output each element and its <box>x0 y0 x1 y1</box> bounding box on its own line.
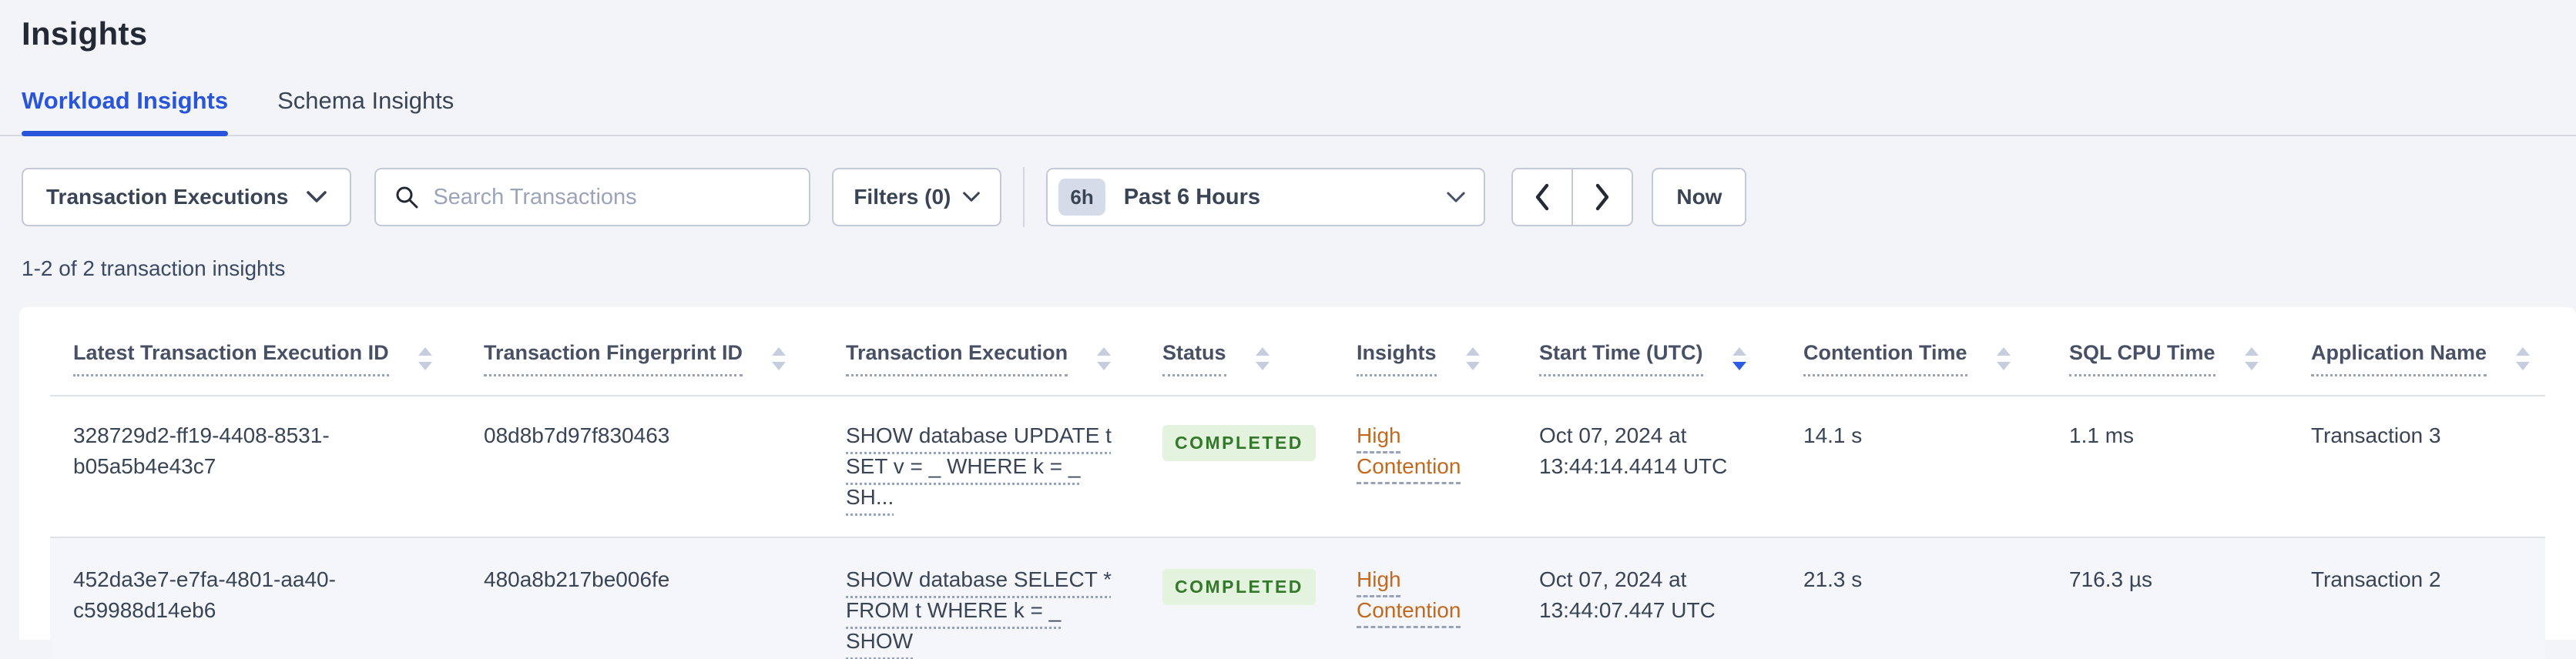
cell-insights: High Contention <box>1333 537 1516 659</box>
sort-icon[interactable] <box>1097 347 1112 370</box>
sort-icon[interactable] <box>1255 347 1270 370</box>
table-header-row: Latest Transaction Execution ID Transact… <box>50 307 2545 396</box>
column-header-latest-execution-id[interactable]: Latest Transaction Execution ID <box>50 307 461 396</box>
cell-fingerprint-id: 08d8b7d97f830463 <box>461 396 823 538</box>
cell-application-name: Transaction 2 <box>2288 537 2545 659</box>
filters-label: Filters (0) <box>854 185 951 209</box>
cell-contention-time: 14.1 s <box>1780 396 2046 538</box>
chevron-down-icon <box>307 191 327 202</box>
search-box[interactable] <box>374 168 811 226</box>
sort-desc-icon[interactable] <box>1732 347 1746 370</box>
cell-execution-id: 328729d2-ff19-4408-8531-b05a5b4e43c7 <box>50 396 461 538</box>
sort-icon[interactable] <box>1465 347 1480 370</box>
sort-icon[interactable] <box>1996 347 2011 370</box>
caret-right-icon <box>1596 183 1609 211</box>
search-icon <box>396 186 418 209</box>
sort-icon[interactable] <box>2244 347 2259 370</box>
transaction-statement-link[interactable]: SHOW database SELECT * FROM t WHERE k = … <box>846 567 1112 659</box>
cell-execution-id: 452da3e7-e7fa-4801-aa40-c59988d14eb6 <box>50 537 461 659</box>
controls-divider <box>1023 167 1025 227</box>
time-range-picker[interactable]: 6h Past 6 Hours <box>1046 168 1486 226</box>
high-contention-link[interactable]: High Contention <box>1357 423 1461 478</box>
chevron-down-icon <box>1447 191 1465 202</box>
controls-row: Transaction Executions Filters (0) 6h Pa… <box>22 167 2554 227</box>
chevron-down-icon <box>963 192 981 202</box>
insights-table-card: Latest Transaction Execution ID Transact… <box>19 307 2576 659</box>
transaction-insights-table: Latest Transaction Execution ID Transact… <box>50 307 2545 659</box>
column-header-fingerprint-id[interactable]: Transaction Fingerprint ID <box>461 307 823 396</box>
transaction-statement-link[interactable]: SHOW database UPDATE t SET v = _ WHERE k… <box>846 423 1112 509</box>
cell-start-time: Oct 07, 2024 at 13:44:07.447 UTC <box>1516 537 1780 659</box>
cell-insights: High Contention <box>1333 396 1516 538</box>
tab-workload-insights[interactable]: Workload Insights <box>22 88 229 136</box>
tab-bar: Workload Insights Schema Insights <box>0 88 2576 136</box>
insights-page: Insights Workload Insights Schema Insigh… <box>0 0 2576 659</box>
time-shortcut-badge: 6h <box>1058 179 1105 216</box>
execution-type-dropdown[interactable]: Transaction Executions <box>22 168 352 226</box>
next-range-button[interactable] <box>1572 168 1634 226</box>
cell-transaction-execution: SHOW database UPDATE t SET v = _ WHERE k… <box>823 396 1139 538</box>
table-row: 452da3e7-e7fa-4801-aa40-c59988d14eb6 480… <box>50 537 2545 659</box>
search-input[interactable] <box>433 184 791 210</box>
caret-left-icon <box>1536 183 1549 211</box>
status-badge: COMPLETED <box>1162 425 1316 461</box>
tab-schema-insights[interactable]: Schema Insights <box>277 88 454 135</box>
cell-fingerprint-id: 480a8b217be006fe <box>461 537 823 659</box>
cell-transaction-execution: SHOW database SELECT * FROM t WHERE k = … <box>823 537 1139 659</box>
time-range-pager <box>1511 168 1634 226</box>
column-header-contention-time[interactable]: Contention Time <box>1780 307 2046 396</box>
sort-icon[interactable] <box>2516 347 2531 370</box>
cell-start-time: Oct 07, 2024 at 13:44:14.4414 UTC <box>1516 396 1780 538</box>
column-header-sql-cpu-time[interactable]: SQL CPU Time <box>2046 307 2288 396</box>
now-label: Now <box>1676 185 1722 209</box>
cell-sql-cpu-time: 1.1 ms <box>2046 396 2288 538</box>
filters-dropdown[interactable]: Filters (0) <box>832 168 1002 226</box>
column-header-status[interactable]: Status <box>1139 307 1333 396</box>
page-title: Insights <box>22 15 148 52</box>
sort-icon[interactable] <box>772 347 787 370</box>
table-row: 328729d2-ff19-4408-8531-b05a5b4e43c7 08d… <box>50 396 2545 538</box>
now-button[interactable]: Now <box>1652 168 1747 226</box>
status-badge: COMPLETED <box>1162 569 1316 605</box>
cell-status: COMPLETED <box>1139 396 1333 538</box>
column-header-start-time[interactable]: Start Time (UTC) <box>1516 307 1780 396</box>
column-header-transaction-execution[interactable]: Transaction Execution <box>823 307 1139 396</box>
execution-type-label: Transaction Executions <box>46 185 289 209</box>
cell-sql-cpu-time: 716.3 µs <box>2046 537 2288 659</box>
cell-application-name: Transaction 3 <box>2288 396 2545 538</box>
time-range-label: Past 6 Hours <box>1123 184 1260 209</box>
results-count: 1-2 of 2 transaction insights <box>22 256 286 280</box>
cell-status: COMPLETED <box>1139 537 1333 659</box>
column-header-insights[interactable]: Insights <box>1333 307 1516 396</box>
column-header-application-name[interactable]: Application Name <box>2288 307 2545 396</box>
previous-range-button[interactable] <box>1511 168 1573 226</box>
sort-icon[interactable] <box>418 347 432 370</box>
cell-contention-time: 21.3 s <box>1780 537 2046 659</box>
high-contention-link[interactable]: High Contention <box>1357 567 1461 622</box>
